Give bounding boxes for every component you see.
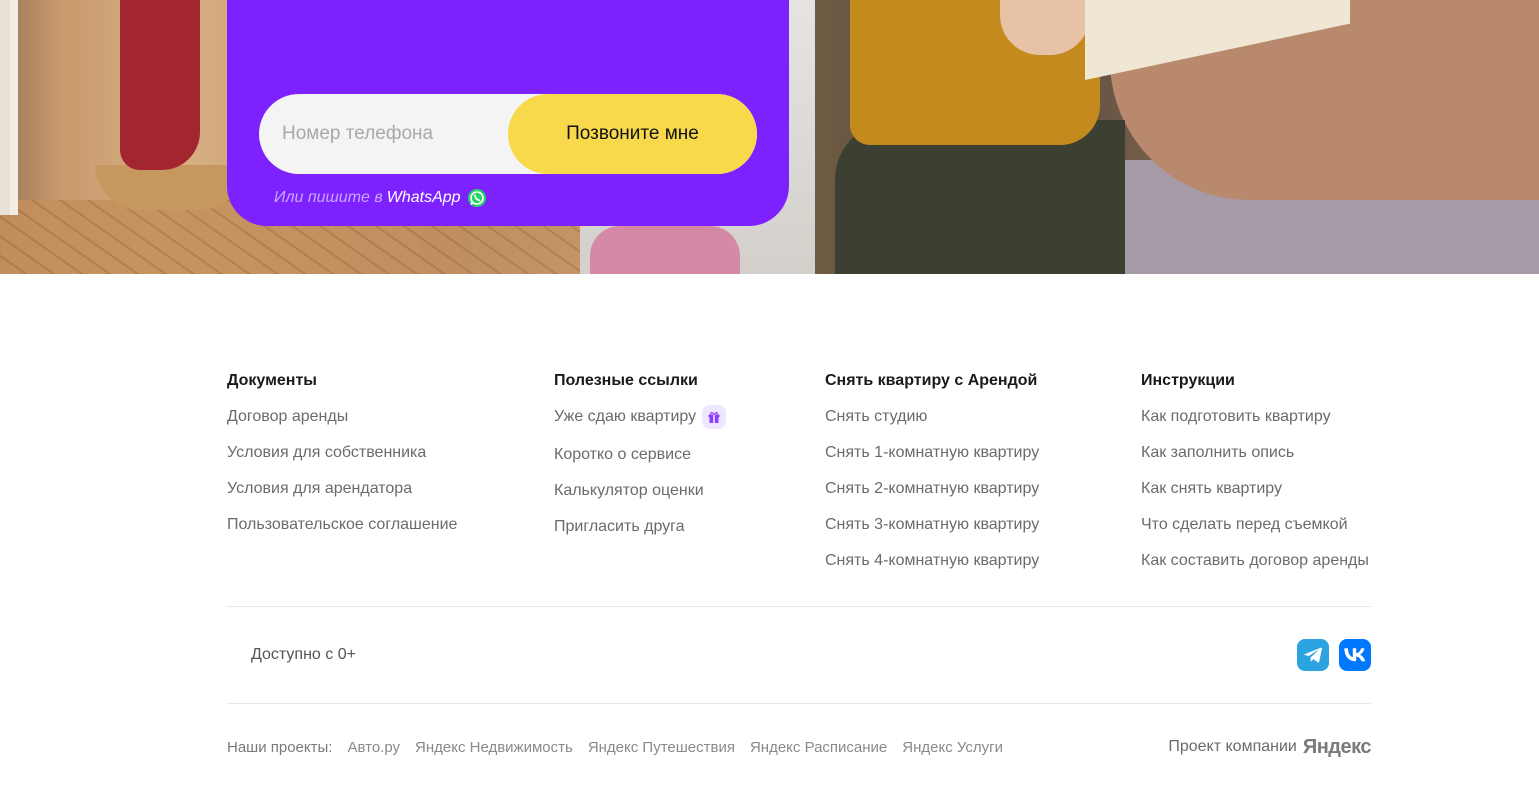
footer-link[interactable]: Договор аренды bbox=[227, 406, 457, 428]
footer-link[interactable]: Что сделать перед съемкой bbox=[1141, 514, 1369, 536]
footer-link[interactable]: Как составить договор аренды bbox=[1141, 550, 1369, 572]
callback-form: Позвоните мне bbox=[259, 94, 757, 174]
projects-label: Наши проекты: bbox=[227, 739, 333, 756]
project-link[interactable]: Яндекс Услуги bbox=[902, 737, 1003, 759]
yandex-logo[interactable]: Яндекс bbox=[1303, 736, 1372, 759]
footer-link[interactable]: Условия для арендатора bbox=[227, 478, 457, 500]
company-label: Проект компании bbox=[1168, 738, 1297, 755]
whatsapp-icon[interactable] bbox=[467, 188, 487, 208]
footer-column-instructions: Инструкции Как подготовить квартиру Как … bbox=[1141, 370, 1369, 586]
footer-link[interactable]: Как заполнить опись bbox=[1141, 442, 1369, 464]
whatsapp-prefix: Или пишите в bbox=[274, 189, 383, 206]
project-link[interactable]: Яндекс Недвижимость bbox=[415, 737, 573, 759]
footer-link[interactable]: Пригласить друга bbox=[554, 516, 726, 538]
hero-photo-rocking-horse-base bbox=[95, 165, 245, 210]
hero-photo-rocking-horse bbox=[120, 0, 200, 170]
footer-link[interactable]: Пользовательское соглашение bbox=[227, 514, 457, 536]
footer-column-title: Документы bbox=[227, 372, 317, 389]
footer-column-documents: Документы Договор аренды Условия для соб… bbox=[227, 370, 457, 550]
footer-link[interactable]: Как подготовить квартиру bbox=[1141, 406, 1369, 428]
company-credit: Проект компании Яндекс bbox=[1168, 735, 1371, 759]
footer-link[interactable]: Как снять квартиру bbox=[1141, 478, 1369, 500]
phone-input[interactable] bbox=[259, 94, 499, 174]
hero-photo-bag bbox=[590, 226, 740, 274]
project-link[interactable]: Яндекс Расписание bbox=[750, 737, 887, 759]
footer-link[interactable]: Условия для собственника bbox=[227, 442, 457, 464]
footer-link[interactable]: Снять 3-комнатную квартиру bbox=[825, 514, 1039, 536]
telegram-icon[interactable] bbox=[1297, 639, 1329, 671]
footer-column-useful-links: Полезные ссылки Уже сдаю квартиру Коротк… bbox=[554, 370, 727, 552]
footer-divider bbox=[227, 703, 1371, 704]
footer-link[interactable]: Снять 1-комнатную квартиру bbox=[825, 442, 1039, 464]
footer-column-rent: Снять квартиру с Арендой Снять студию Сн… bbox=[825, 370, 1039, 586]
footer-link-label: Уже сдаю квартиру bbox=[554, 408, 697, 425]
whatsapp-link[interactable]: WhatsApp bbox=[387, 189, 461, 207]
footer-link[interactable]: Снять 4-комнатную квартиру bbox=[825, 550, 1039, 572]
whatsapp-line: Или пишите в WhatsApp bbox=[274, 186, 487, 210]
footer-link-already-renting[interactable]: Уже сдаю квартиру bbox=[554, 405, 727, 429]
our-projects: Наши проекты: Авто.ру Яндекс Недвижимост… bbox=[227, 737, 1018, 759]
gift-icon bbox=[702, 405, 727, 429]
project-link[interactable]: Авто.ру bbox=[347, 737, 400, 759]
footer-column-title: Полезные ссылки bbox=[554, 372, 698, 389]
footer-column-title: Снять квартиру с Арендой bbox=[825, 372, 1038, 389]
footer-link[interactable]: Снять 2-комнатную квартиру bbox=[825, 478, 1039, 500]
hero-photo-doorframe bbox=[10, 0, 18, 215]
footer-link[interactable]: Снять студию bbox=[825, 406, 1039, 428]
project-link[interactable]: Яндекс Путешествия bbox=[588, 737, 735, 759]
age-rating: Доступно с 0+ bbox=[251, 646, 356, 663]
footer-column-title: Инструкции bbox=[1141, 372, 1235, 389]
footer-divider bbox=[227, 606, 1371, 607]
footer-link[interactable]: Коротко о сервисе bbox=[554, 444, 726, 466]
call-me-button[interactable]: Позвоните мне bbox=[508, 94, 757, 174]
vk-icon[interactable] bbox=[1339, 639, 1371, 671]
footer-link[interactable]: Калькулятор оценки bbox=[554, 480, 726, 502]
